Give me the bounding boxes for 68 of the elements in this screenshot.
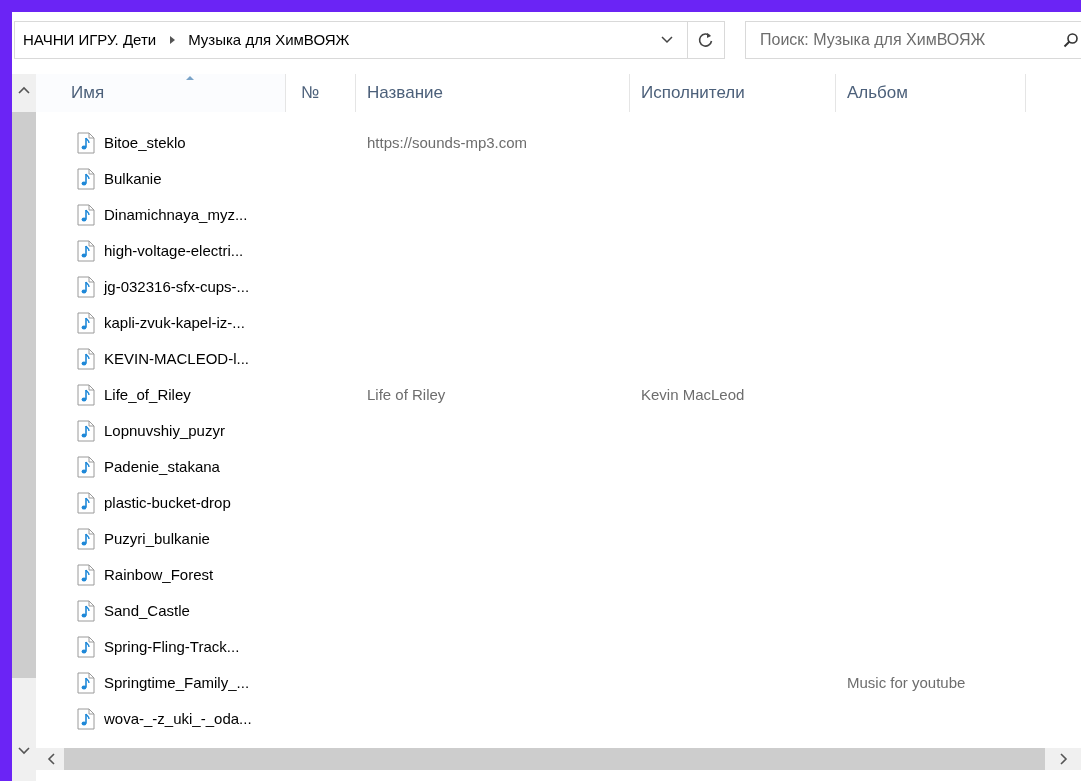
breadcrumb[interactable]: Музыка для ХимВОЯЖ <box>188 28 350 52</box>
file-name-text: high-voltage-electri... <box>104 240 244 261</box>
file-name[interactable]: Puzyri_bulkanie <box>36 527 286 551</box>
scroll-down-icon[interactable] <box>18 747 30 755</box>
file-name-text: Lopnuvshiy_puzyr <box>104 420 225 441</box>
search-icon[interactable] <box>1063 32 1079 48</box>
file-name-text: KEVIN-MACLEOD-l... <box>104 348 250 369</box>
audio-file-icon <box>77 528 95 550</box>
scroll-up-icon[interactable] <box>18 86 30 94</box>
file-name[interactable]: Spring-Fling-Track... <box>36 635 286 659</box>
audio-file-icon <box>77 168 95 190</box>
search-field[interactable]: Поиск: Музыка для ХимВОЯЖ <box>745 21 1081 59</box>
dropdown-icon[interactable] <box>661 36 673 44</box>
file-name[interactable]: Lopnuvshiy_puzyr <box>36 419 286 443</box>
audio-file-icon <box>77 708 95 730</box>
file-name-text: Puzyri_bulkanie <box>104 528 210 549</box>
file-name[interactable]: Sand_Castle <box>36 599 286 623</box>
chevron-right-icon <box>168 35 177 45</box>
column-header[interactable]: Имя <box>36 74 286 112</box>
file-name[interactable]: KEVIN-MACLEOD-l... <box>36 347 286 371</box>
audio-file-icon <box>77 636 95 658</box>
audio-file-icon <box>77 600 95 622</box>
file-name-text: wova-_-z_uki_-_oda... <box>104 708 252 729</box>
file-name[interactable]: Life_of_Riley <box>36 383 286 407</box>
audio-file-icon <box>77 312 95 334</box>
breadcrumb[interactable]: НАЧНИ ИГРУ. Дети <box>15 28 157 52</box>
horizontal-scrollbar[interactable] <box>36 748 1081 770</box>
audio-file-icon <box>77 384 95 406</box>
audio-file-icon <box>77 672 95 694</box>
file-name-text: Sand_Castle <box>104 600 190 621</box>
audio-file-icon <box>77 492 95 514</box>
file-name[interactable]: Bulkanie <box>36 167 286 191</box>
file-name-text: Spring-Fling-Track... <box>104 636 240 657</box>
table-cell: Music for youtube <box>847 674 966 691</box>
audio-file-icon <box>77 204 95 226</box>
file-name[interactable]: plastic-bucket-drop <box>36 491 286 515</box>
file-name[interactable]: wova-_-z_uki_-_oda... <box>36 707 286 731</box>
audio-file-icon <box>77 564 95 586</box>
vertical-scrollbar[interactable] <box>12 74 36 781</box>
table-cell: Life of Riley <box>367 386 446 403</box>
audio-file-icon <box>77 348 95 370</box>
file-name[interactable]: high-voltage-electri... <box>36 239 286 263</box>
file-name-text: plastic-bucket-drop <box>104 492 231 513</box>
audio-file-icon <box>77 132 95 154</box>
file-name[interactable]: Padenie_stakana <box>36 455 286 479</box>
file-name-text: Springtime_Family_... <box>104 672 250 693</box>
file-name-text: Bulkanie <box>104 168 162 189</box>
file-name[interactable]: kapli-zvuk-kapel-iz-... <box>36 311 286 335</box>
table-cell: https://sounds-mp3.com <box>367 134 528 151</box>
audio-file-icon <box>77 240 95 262</box>
file-name-text: Bitoe_steklo <box>104 132 186 153</box>
file-name[interactable]: Bitoe_steklo <box>36 131 286 155</box>
audio-file-icon <box>77 456 95 478</box>
address-bar[interactable]: НАЧНИ ИГРУ. Дети Музыка для ХимВОЯЖ <box>14 21 725 59</box>
file-name-text: jg-032316-sfx-cups-... <box>104 276 250 297</box>
file-name-text: Life_of_Riley <box>104 384 191 405</box>
file-name-text: Padenie_stakana <box>104 456 220 477</box>
file-name[interactable]: Rainbow_Forest <box>36 563 286 587</box>
file-name[interactable]: Springtime_Family_... <box>36 671 286 695</box>
file-name-text: Rainbow_Forest <box>104 564 214 585</box>
table-cell: Kevin MacLeod <box>641 386 745 403</box>
file-name[interactable]: jg-032316-sfx-cups-... <box>36 275 286 299</box>
file-name-text: Dinamichnaya_myz... <box>104 204 248 225</box>
file-name[interactable]: Dinamichnaya_myz... <box>36 203 286 227</box>
audio-file-icon <box>77 276 95 298</box>
file-name-text: kapli-zvuk-kapel-iz-... <box>104 312 245 333</box>
sort-arrow-icon <box>185 75 196 80</box>
audio-file-icon <box>77 420 95 442</box>
